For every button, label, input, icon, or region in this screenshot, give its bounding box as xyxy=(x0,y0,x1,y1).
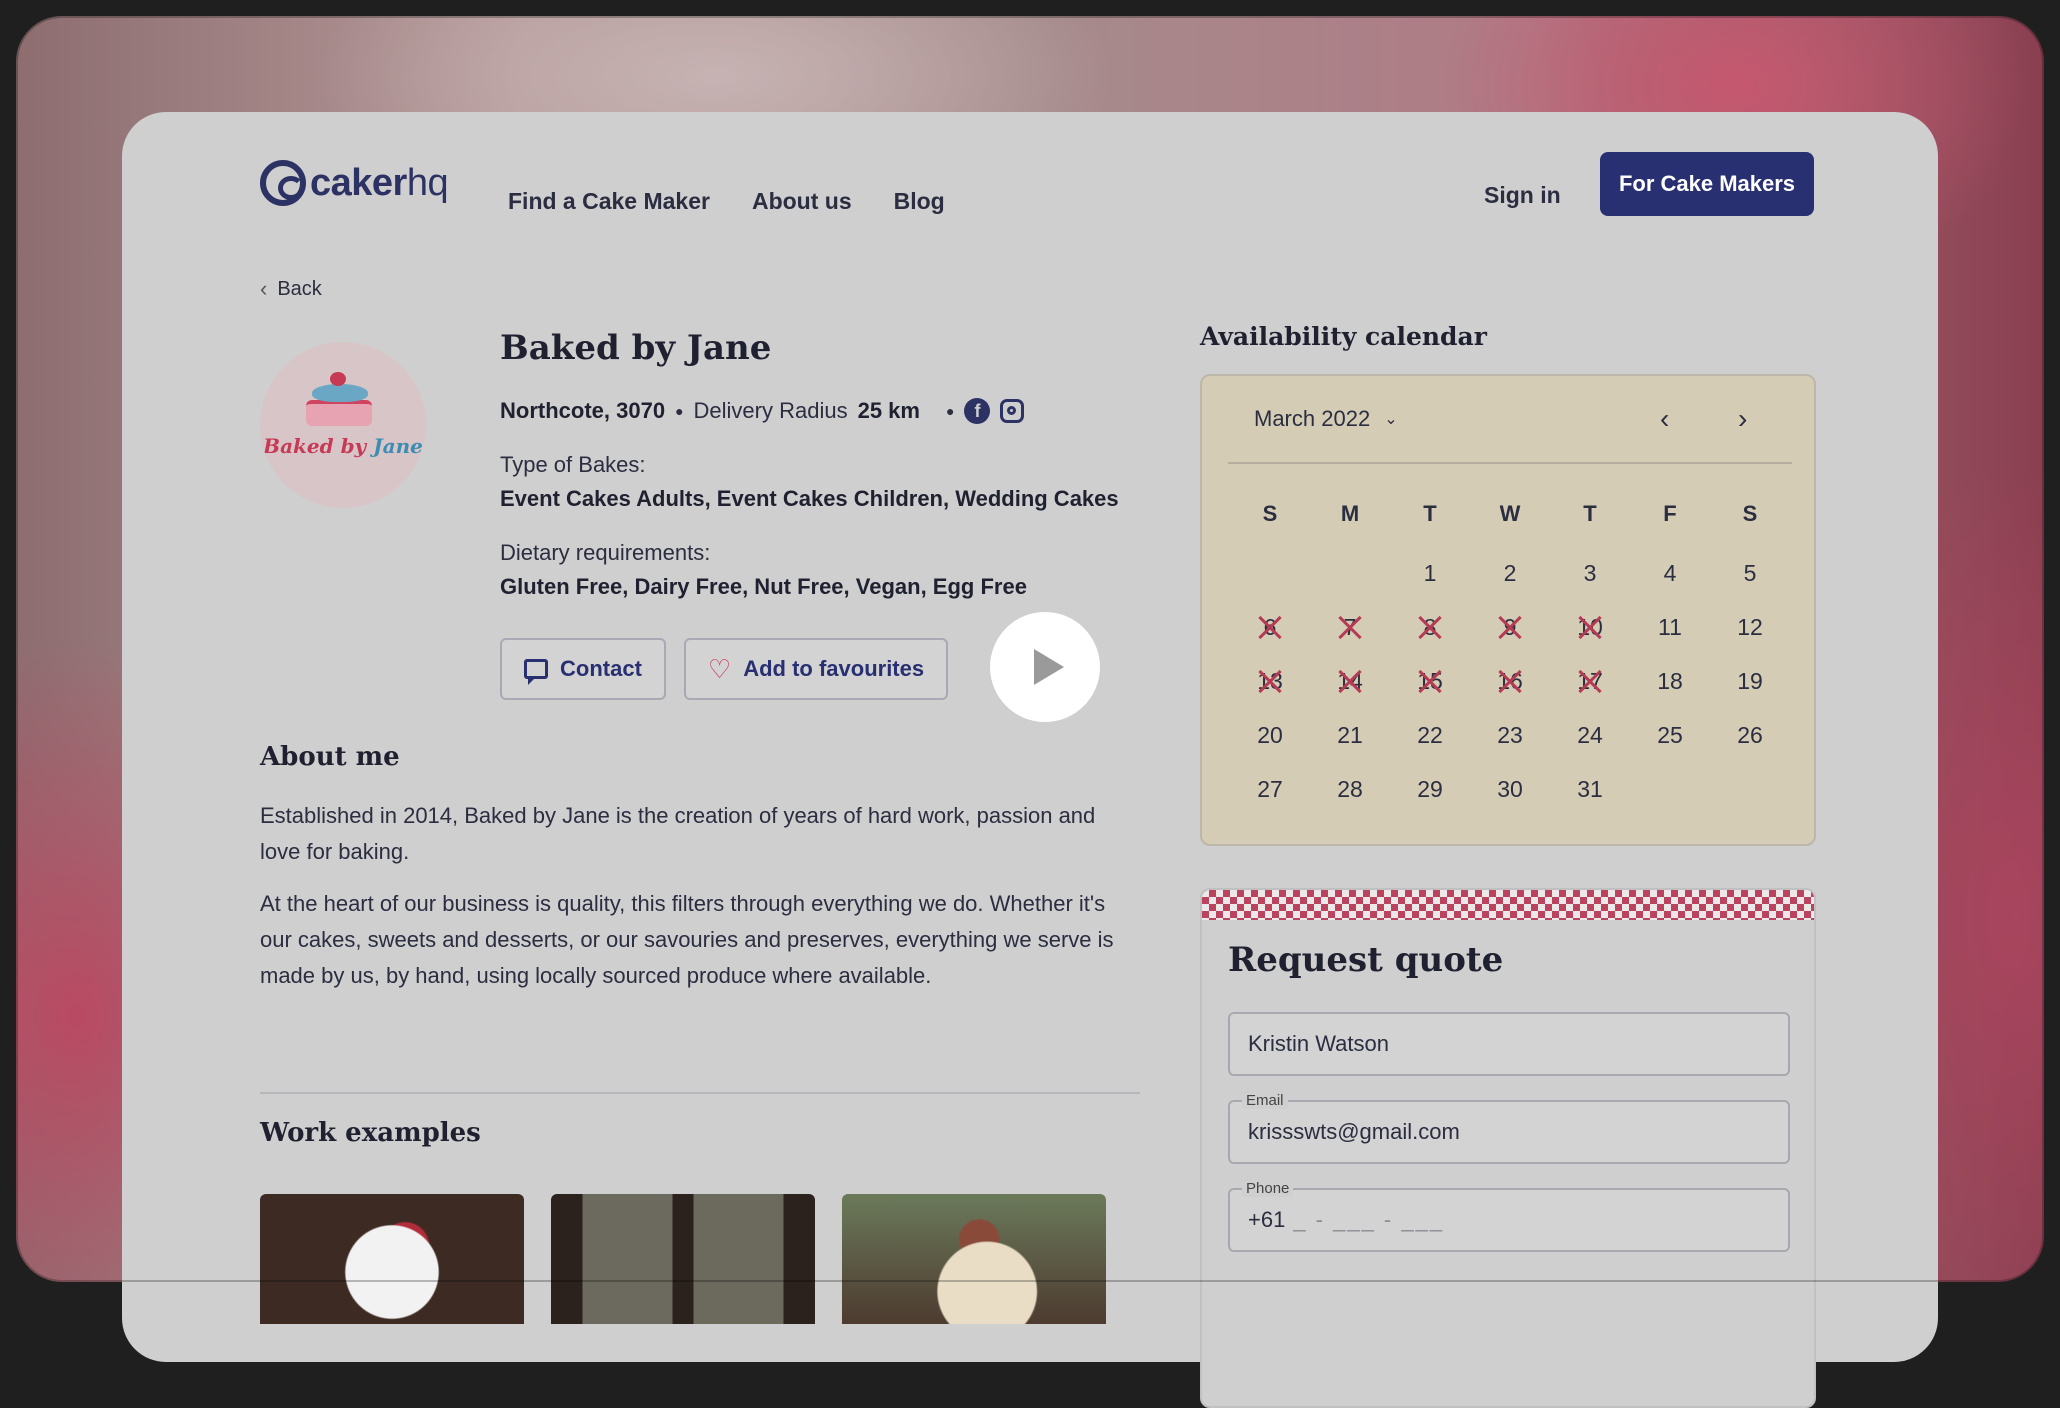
profile-meta: Northcote, 3070 ● Delivery Radius 25 km … xyxy=(500,398,1025,424)
calendar-day[interactable]: 2 xyxy=(1470,546,1550,600)
add-to-favourites-button[interactable]: ♡ Add to favourites xyxy=(684,638,948,700)
avatar-logo-text: Baked by Jane xyxy=(263,434,423,458)
weekday-header: T xyxy=(1423,501,1437,526)
request-quote-form: Request quote Kristin Watson Email kriss… xyxy=(1200,888,1816,1408)
nav-blog[interactable]: Blog xyxy=(894,188,945,215)
calendar-day[interactable]: 29 xyxy=(1390,762,1470,816)
calendar-day[interactable]: 11 xyxy=(1630,600,1710,654)
divider xyxy=(1228,462,1792,464)
logo-icon xyxy=(260,160,306,206)
calendar-day-unavailable: 6 xyxy=(1230,600,1310,654)
calendar-day[interactable]: 20 xyxy=(1230,708,1310,762)
weekday-header: S xyxy=(1262,501,1278,526)
phone-label: Phone xyxy=(1242,1180,1294,1197)
availability-calendar: March 2022 ⌄ ‹ › S M T W T F S 1 2 3 4 5 6 7 8 9 10 11 12 1… xyxy=(1200,374,1816,846)
page-title: Baked by Jane xyxy=(500,328,772,368)
gingham-banner xyxy=(1202,890,1814,920)
weekday-header: S xyxy=(1742,501,1758,526)
instagram-icon[interactable] xyxy=(1000,399,1025,423)
about-paragraph-2: At the heart of our business is quality,… xyxy=(260,891,1114,988)
calendar-day[interactable]: 28 xyxy=(1310,762,1390,816)
month-select[interactable]: March 2022 xyxy=(1254,406,1370,432)
calendar-day[interactable]: 5 xyxy=(1710,546,1790,600)
brand-name: caker xyxy=(310,161,407,204)
work-example-image[interactable] xyxy=(842,1194,1106,1324)
dietary-value: Gluten Free, Dairy Free, Nut Free, Vegan… xyxy=(500,574,1027,599)
chevron-down-icon[interactable]: ⌄ xyxy=(1384,409,1397,429)
calendar-day-unavailable: 8 xyxy=(1390,600,1470,654)
dietary-label: Dietary requirements: xyxy=(500,540,711,565)
delivery-value: 25 km xyxy=(857,398,920,423)
main-nav: Find a Cake Maker About us Blog xyxy=(508,188,945,215)
facebook-icon[interactable]: f xyxy=(964,398,991,424)
calendar-day-unavailable: 9 xyxy=(1470,600,1550,654)
calendar-blank xyxy=(1230,546,1310,600)
calendar-day-unavailable: 7 xyxy=(1310,600,1390,654)
back-link[interactable]: ‹ Back xyxy=(260,276,322,302)
calendar-day-unavailable: 16 xyxy=(1470,654,1550,708)
about-heading: About me xyxy=(260,742,400,772)
calendar-day-unavailable: 15 xyxy=(1390,654,1470,708)
nav-find-cake-maker[interactable]: Find a Cake Maker xyxy=(508,188,710,215)
email-field[interactable]: Email krissswts@gmail.com xyxy=(1228,1092,1790,1164)
calendar-day-unavailable: 17 xyxy=(1550,654,1630,708)
calendar-day[interactable]: 26 xyxy=(1710,708,1790,762)
heart-icon: ♡ xyxy=(707,654,732,684)
calendar-day[interactable]: 1 xyxy=(1390,546,1470,600)
delivery-label: Delivery Radius xyxy=(693,398,848,423)
weekday-header: T xyxy=(1583,501,1597,526)
chevron-right-icon[interactable]: › xyxy=(1738,403,1747,435)
calendar-day[interactable]: 24 xyxy=(1550,708,1630,762)
play-video-button[interactable] xyxy=(990,612,1100,722)
chevron-left-icon: ‹ xyxy=(260,276,268,301)
work-example-image[interactable] xyxy=(260,1194,524,1324)
bakes-label: Type of Bakes: xyxy=(500,452,646,477)
calendar-grid: S M T W T F S 1 2 3 4 5 6 7 8 9 10 11 12 13 14 15 16 17 18 19 20 21… xyxy=(1230,492,1790,816)
contact-button[interactable]: Contact xyxy=(500,638,666,700)
phone-field[interactable]: Phone +61 _ - ___ - ___ xyxy=(1228,1180,1790,1252)
brand-logo[interactable]: cakerhq xyxy=(260,160,449,206)
sign-in-link[interactable]: Sign in xyxy=(1484,182,1561,209)
work-example-image[interactable] xyxy=(551,1194,815,1324)
page-card: cakerhq Find a Cake Maker About us Blog … xyxy=(122,112,1938,1408)
form-title: Request quote xyxy=(1228,940,1504,980)
calendar-day[interactable]: 18 xyxy=(1630,654,1710,708)
calendar-day-unavailable: 13 xyxy=(1230,654,1310,708)
calendar-day[interactable]: 27 xyxy=(1230,762,1310,816)
calendar-day[interactable]: 22 xyxy=(1390,708,1470,762)
calendar-day[interactable]: 31 xyxy=(1550,762,1630,816)
weekday-header: W xyxy=(1499,501,1521,526)
calendar-day[interactable]: 3 xyxy=(1550,546,1630,600)
email-label: Email xyxy=(1242,1092,1288,1109)
divider xyxy=(260,1092,1140,1094)
brand-suffix: hq xyxy=(406,161,449,204)
avatar: Baked by Jane xyxy=(260,342,426,508)
for-cake-makers-button[interactable]: For Cake Makers xyxy=(1600,152,1814,216)
weekday-header: M xyxy=(1340,501,1360,526)
calendar-day-unavailable: 14 xyxy=(1310,654,1390,708)
calendar-day[interactable]: 23 xyxy=(1470,708,1550,762)
about-paragraph-1: Established in 2014, Baked by Jane is th… xyxy=(260,803,1096,864)
weekday-header: F xyxy=(1663,501,1677,526)
calendar-day[interactable]: 30 xyxy=(1470,762,1550,816)
calendar-title: Availability calendar xyxy=(1200,322,1487,351)
calendar-day[interactable]: 19 xyxy=(1710,654,1790,708)
calendar-day[interactable]: 21 xyxy=(1310,708,1390,762)
chat-icon xyxy=(524,659,549,685)
bakes-value: Event Cakes Adults, Event Cakes Children… xyxy=(500,486,1119,511)
calendar-blank xyxy=(1310,546,1390,600)
location: Northcote, 3070 xyxy=(500,398,666,423)
calendar-day[interactable]: 4 xyxy=(1630,546,1710,600)
calendar-day[interactable]: 12 xyxy=(1710,600,1790,654)
work-examples-heading: Work examples xyxy=(260,1118,481,1148)
calendar-day-unavailable: 10 xyxy=(1550,600,1630,654)
calendar-day[interactable]: 25 xyxy=(1630,708,1710,762)
chevron-left-icon[interactable]: ‹ xyxy=(1660,403,1669,435)
nav-about-us[interactable]: About us xyxy=(752,188,852,215)
back-label: Back xyxy=(277,277,322,300)
name-field[interactable]: Kristin Watson xyxy=(1228,1012,1790,1076)
